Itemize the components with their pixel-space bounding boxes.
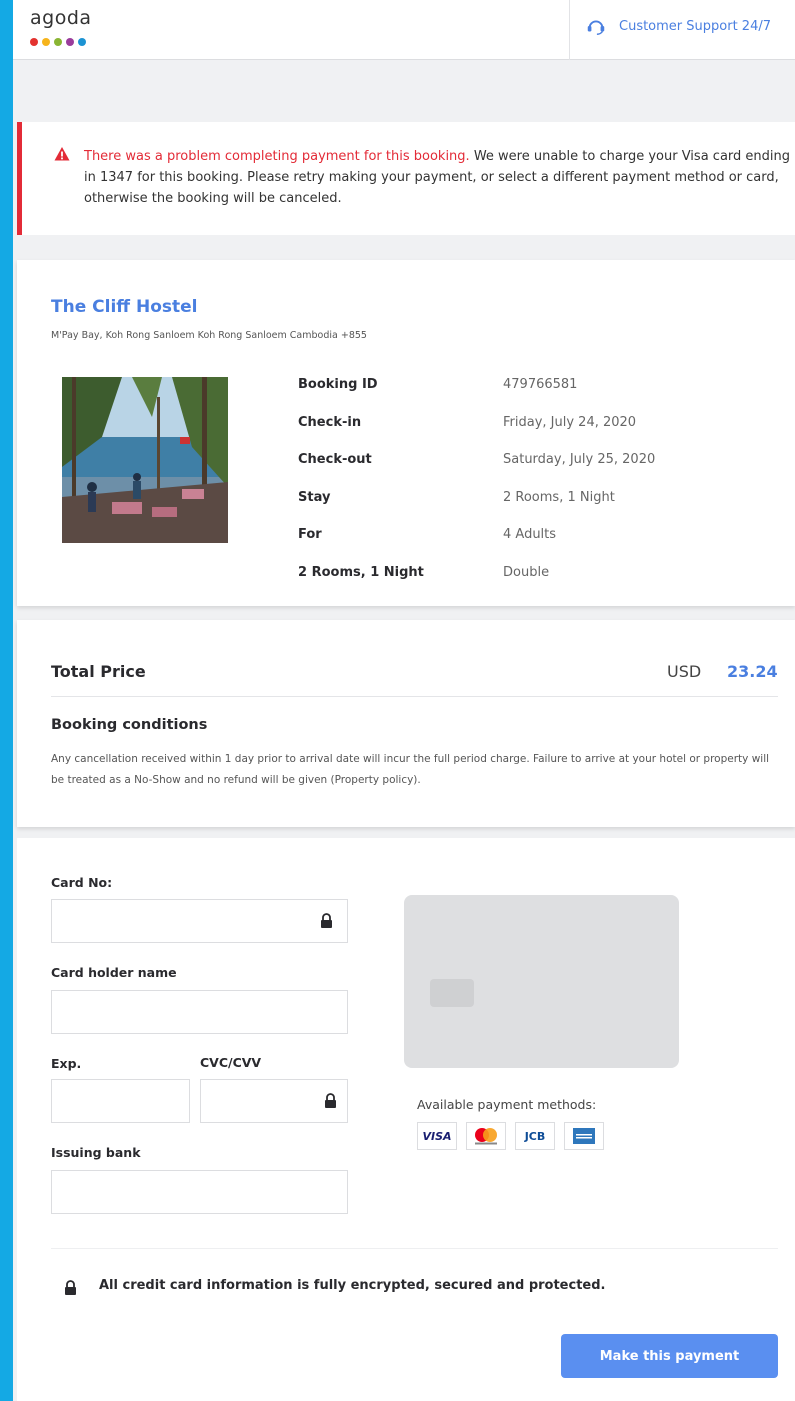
detail-value: Double (503, 564, 550, 580)
total-price-currency: USD (667, 662, 702, 681)
header: agoda Customer Support 24/7 (13, 0, 795, 60)
amex-icon (573, 1128, 595, 1144)
detail-row: Stay 2 Rooms, 1 Night (298, 490, 778, 528)
customer-support-link[interactable]: Customer Support 24/7 (585, 15, 771, 37)
card-holder-label: Card holder name (51, 965, 177, 980)
detail-label: 2 Rooms, 1 Night (298, 564, 424, 580)
card-chip-icon (430, 979, 474, 1007)
left-accent-bar (0, 0, 13, 1401)
hotel-photo (62, 377, 228, 543)
logo-dot (42, 38, 50, 46)
detail-value: 479766581 (503, 377, 578, 392)
booking-summary-card: The Cliff Hostel M'Pay Bay, Koh Rong San… (17, 260, 795, 606)
issuing-bank-input[interactable] (51, 1170, 348, 1214)
detail-label: Check-out (298, 452, 372, 467)
card-number-label: Card No: (51, 875, 113, 890)
amex-logo (564, 1122, 604, 1150)
customer-support-label: Customer Support 24/7 (619, 18, 771, 34)
lock-icon (325, 1093, 336, 1108)
logo-dot (66, 38, 74, 46)
alert-highlight: There was a problem completing payment f… (84, 149, 470, 164)
detail-row: Check-out Saturday, July 25, 2020 (298, 452, 778, 490)
detail-value: 4 Adults (503, 527, 557, 542)
jcb-logo-text: JCB (524, 1129, 546, 1143)
detail-value: Saturday, July 25, 2020 (503, 452, 656, 467)
visa-logo: VISA (417, 1122, 457, 1150)
expiry-label: Exp. (51, 1056, 82, 1071)
hotel-name[interactable]: The Cliff Hostel (51, 297, 197, 317)
detail-row: For 4 Adults (298, 527, 778, 565)
headset-icon (587, 20, 605, 35)
card-number-input[interactable] (51, 899, 348, 943)
price-card: Total Price USD 23.24 Booking conditions… (17, 620, 795, 827)
jcb-logo: JCB (515, 1122, 555, 1150)
payment-brands: VISA JCB (417, 1122, 604, 1150)
security-note: All credit card information is fully enc… (99, 1278, 606, 1293)
logo-dot (30, 38, 38, 46)
agoda-logo[interactable]: agoda (30, 7, 92, 29)
total-price-label: Total Price (51, 662, 146, 681)
logo-dot (78, 38, 86, 46)
booking-conditions-title: Booking conditions (51, 717, 208, 733)
mastercard-icon (475, 1128, 497, 1145)
divider (51, 696, 778, 697)
booking-details: Booking ID 479766581 Check-in Friday, Ju… (298, 377, 778, 602)
warning-icon (54, 147, 70, 161)
hotel-address: M'Pay Bay, Koh Rong Sanloem Koh Rong San… (51, 330, 367, 341)
divider (51, 1248, 778, 1249)
detail-label: Check-in (298, 414, 362, 430)
payment-form: Card No: Card holder name Exp. CVC/CVV I… (17, 838, 795, 1401)
detail-row: Check-in Friday, July 24, 2020 (298, 415, 778, 453)
payment-methods-label: Available payment methods: (417, 1097, 597, 1112)
lock-icon (321, 913, 332, 928)
total-price-amount: 23.24 (727, 662, 778, 681)
detail-value: 2 Rooms, 1 Night (503, 489, 615, 505)
card-preview (404, 895, 679, 1068)
detail-label: For (298, 527, 322, 542)
visa-logo-text: VISA (422, 1129, 452, 1143)
make-payment-button[interactable]: Make this payment (561, 1334, 778, 1378)
issuing-bank-label: Issuing bank (51, 1145, 141, 1160)
expiry-input[interactable] (51, 1079, 190, 1123)
detail-row: Booking ID 479766581 (298, 377, 778, 415)
mastercard-logo (466, 1122, 506, 1150)
detail-value: Friday, July 24, 2020 (503, 414, 637, 430)
cvc-label: CVC/CVV (200, 1055, 262, 1070)
alert-message: There was a problem completing payment f… (84, 146, 794, 209)
lock-icon (65, 1280, 76, 1295)
payment-error-alert: There was a problem completing payment f… (17, 122, 795, 235)
detail-label: Stay (298, 489, 331, 505)
header-divider (569, 0, 570, 60)
card-holder-input[interactable] (51, 990, 348, 1034)
booking-conditions-text: Any cancellation received within 1 day p… (51, 753, 770, 786)
logo-dot (54, 38, 62, 46)
detail-label: Booking ID (298, 377, 378, 392)
detail-row: 2 Rooms, 1 Night Double (298, 565, 778, 603)
logo-dots (30, 38, 86, 46)
